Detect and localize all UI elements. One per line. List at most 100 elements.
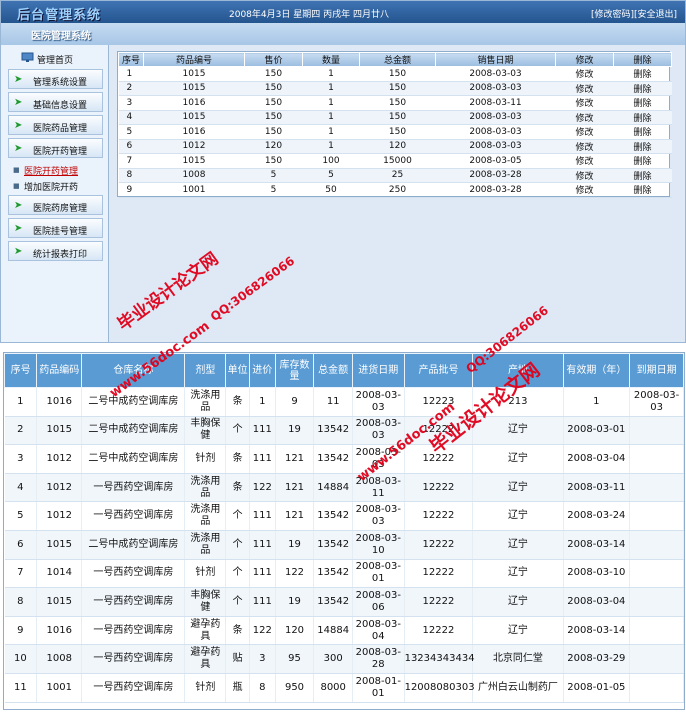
table-cell: 1 xyxy=(302,139,360,154)
table-cell: 150 xyxy=(359,110,436,125)
table-cell: 150 xyxy=(244,124,303,140)
table-cell: 10 xyxy=(4,644,38,674)
table-cell: 120 xyxy=(244,139,303,154)
table-row: 5 1016 150 1 150 2008-03-03 修改 删除 xyxy=(118,124,672,140)
table-cell xyxy=(629,473,684,503)
edit-link[interactable]: 修改 xyxy=(555,153,614,169)
table-cell: 15000 xyxy=(359,153,436,169)
logout-link[interactable]: [安全退出] xyxy=(634,10,677,20)
table-cell: 针剂 xyxy=(184,444,227,474)
table-row: 6 1015 二号中成药空调库房 洗涤用品个 111 19 13542 2008-03-10 1… xyxy=(4,530,684,560)
table-cell: 1016 xyxy=(143,124,245,140)
table-cell: 150 xyxy=(244,110,303,125)
table-cell xyxy=(629,501,684,531)
sidebar-item-drug-management[interactable]: ➤ 医院药品管理 xyxy=(8,115,103,135)
table-cell: 2008-03-29 xyxy=(563,644,631,674)
table-cell: 2008-03-10 xyxy=(352,530,405,560)
arrow-icon: ➤ xyxy=(14,223,23,234)
edit-link[interactable]: 修改 xyxy=(555,168,614,183)
edit-link[interactable]: 修改 xyxy=(555,182,614,198)
edit-link[interactable]: 修改 xyxy=(555,110,614,125)
delete-link[interactable]: 删除 xyxy=(613,95,672,111)
table-cell: 条 xyxy=(225,444,250,474)
sidebar: 管理首页 ➤ 管理系统设置 ➤ 基础信息设置 ➤ 医院药品管理 ➤ 医院开药管理 ■ 医院… xyxy=(1,45,109,342)
edit-link[interactable]: 修改 xyxy=(555,95,614,111)
inventory-table: 序号 药品编码 仓库名称 剂型 单位 进价 库存数量 总金额 进货日期 产品批号 产地 有效期（年）到… xyxy=(3,353,684,703)
table-cell: 二号中成药空调库房 xyxy=(81,387,186,417)
delete-link[interactable]: 删除 xyxy=(613,66,672,82)
table-cell: 2008-03-14 xyxy=(563,530,631,560)
table-row: 2 1015 150 1 150 2008-03-03 修改 删除 xyxy=(118,81,672,96)
table-cell: 11 xyxy=(313,387,354,417)
table-cell: 111 xyxy=(249,587,276,617)
sidebar-item-basic-info[interactable]: ➤ 基础信息设置 xyxy=(8,92,103,112)
table-cell: 1 xyxy=(118,66,144,82)
table-cell: 19 xyxy=(275,416,315,446)
edit-link[interactable]: 修改 xyxy=(555,124,614,140)
table-cell: 6 xyxy=(4,530,38,560)
table-cell: 14884 xyxy=(313,473,354,503)
table-cell: 1016 xyxy=(36,616,83,646)
admin-window: 后台管理系统 2008年4月3日 星期四 丙戌年 四月廿八 [修改密码][安全退… xyxy=(0,0,686,343)
sidebar-item-prescription[interactable]: ➤ 医院开药管理 xyxy=(8,138,103,158)
delete-link[interactable]: 删除 xyxy=(613,168,672,183)
sidebar-item-reports[interactable]: ➤ 统计报表打印 xyxy=(8,241,103,261)
column-header: 删除 xyxy=(613,52,672,67)
sidebar-home[interactable]: 管理首页 xyxy=(5,51,105,66)
table-cell: 二号中成药空调库房 xyxy=(81,444,186,474)
table-cell: 2008-03-28 xyxy=(435,182,556,198)
delete-link[interactable]: 删除 xyxy=(613,81,672,96)
delete-link[interactable]: 删除 xyxy=(613,124,672,140)
table-cell: 12008080303 xyxy=(404,673,475,703)
inventory-table-panel: 序号 药品编码 仓库名称 剂型 单位 进价 库存数量 总金额 进货日期 产品批号 产地 有效期（年）到… xyxy=(3,352,685,710)
table-cell: 150 xyxy=(359,124,436,140)
column-header: 单位 xyxy=(225,353,250,388)
top-header-bar: 后台管理系统 2008年4月3日 星期四 丙戌年 四月廿八 [修改密码][安全退… xyxy=(1,1,685,23)
delete-link[interactable]: 删除 xyxy=(613,139,672,154)
table-cell: 2008-03-03 xyxy=(629,387,684,417)
column-header: 进价 xyxy=(248,353,276,388)
edit-link[interactable]: 修改 xyxy=(555,81,614,96)
table-cell: 50 xyxy=(302,182,360,198)
table-cell: 12222 xyxy=(404,559,474,589)
table-cell: 条 xyxy=(225,473,250,503)
table-cell: 150 xyxy=(244,153,303,169)
table-cell: 2008-03-01 xyxy=(352,559,405,589)
delete-link[interactable]: 删除 xyxy=(613,110,672,125)
table-cell: 1 xyxy=(302,66,360,82)
edit-link[interactable]: 修改 xyxy=(555,139,614,154)
table-cell: 2008-03-03 xyxy=(435,110,556,125)
table-row: 4 1012 一号西药空调库房 洗涤用品条 122 121 14884 2008-03-11 1… xyxy=(4,473,684,503)
table-cell: 一号西药空调库房 xyxy=(81,616,186,646)
table-cell xyxy=(629,616,684,646)
bullet-icon: ■ xyxy=(13,166,20,174)
table-cell: 2008-03-03 xyxy=(435,139,556,154)
edit-link[interactable]: 修改 xyxy=(555,66,614,82)
table-cell: 贴 xyxy=(225,644,250,674)
table-cell: 2008-03-14 xyxy=(563,616,631,646)
sidebar-item-pharmacy[interactable]: ➤ 医院药房管理 xyxy=(8,195,103,215)
table-cell: 1016 xyxy=(143,95,245,111)
table-cell: 1012 xyxy=(36,444,83,474)
table-cell: 13542 xyxy=(313,416,354,446)
table-cell: 洗涤用品 xyxy=(184,387,227,417)
delete-link[interactable]: 删除 xyxy=(613,153,672,169)
table-cell: 2008-03-06 xyxy=(352,587,405,617)
table-cell: 辽宁 xyxy=(472,444,564,474)
table-row: 8 1008 5 5 25 2008-03-28 修改 删除 xyxy=(118,168,672,183)
table-cell: 避孕药具 xyxy=(184,644,227,674)
table-cell: 25 xyxy=(359,168,436,183)
table-cell: 8 xyxy=(118,168,144,183)
home-icon xyxy=(21,52,34,66)
table-cell: 13542 xyxy=(313,444,354,474)
table-row: 7 1015 150 100 15000 2008-03-05 修改 删除 xyxy=(118,153,672,169)
table-cell: 1015 xyxy=(143,110,245,125)
change-password-link[interactable]: [修改密码] xyxy=(591,10,634,20)
delete-link[interactable]: 删除 xyxy=(613,182,672,198)
table-cell: 洗涤用品 xyxy=(184,501,227,531)
sidebar-item-registration[interactable]: ➤ 医院挂号管理 xyxy=(8,218,103,238)
table-cell: 2008-03-03 xyxy=(352,387,405,417)
table-cell: 丰胸保健 xyxy=(184,587,227,617)
table-cell: 辽宁 xyxy=(472,530,564,560)
sidebar-item-system-settings[interactable]: ➤ 管理系统设置 xyxy=(8,69,103,89)
